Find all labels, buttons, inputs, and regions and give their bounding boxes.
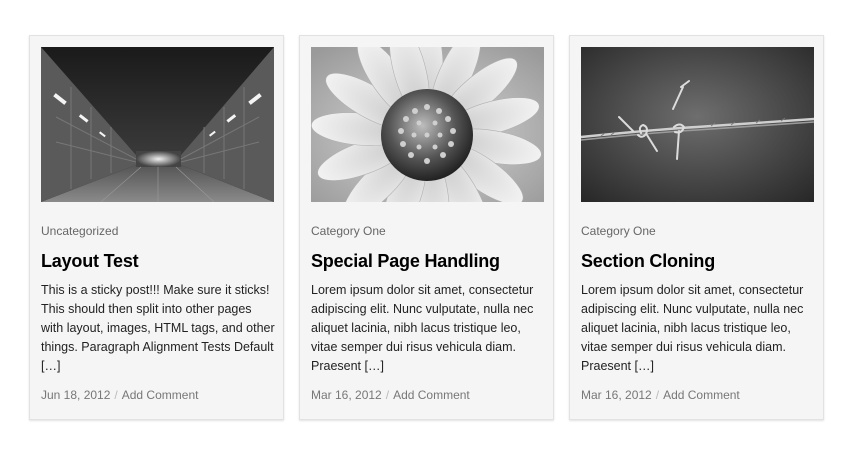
post-card: Category One Section Cloning Lorem ipsum… — [569, 35, 824, 420]
meta-separator: / — [114, 388, 118, 402]
post-category-link[interactable]: Category One — [581, 224, 656, 238]
post-title[interactable]: Section Cloning — [581, 251, 715, 272]
post-card: Uncategorized Layout Test This is a stic… — [29, 35, 284, 420]
post-thumbnail-tunnel[interactable] — [41, 47, 274, 202]
add-comment-link[interactable]: Add Comment — [122, 388, 199, 402]
post-date: Jun 18, 2012 — [41, 388, 111, 402]
tunnel-photo — [41, 47, 274, 202]
post-meta: Jun 18, 2012/ Add Comment — [41, 388, 198, 402]
post-thumbnail-barbed-wire[interactable] — [581, 47, 814, 202]
post-excerpt: Lorem ipsum dolor sit amet, consectetur … — [311, 283, 534, 373]
post-title[interactable]: Special Page Handling — [311, 251, 500, 272]
post-date: Mar 16, 2012 — [311, 388, 382, 402]
post-category-link[interactable]: Uncategorized — [41, 224, 118, 238]
post-title[interactable]: Layout Test — [41, 251, 139, 272]
post-excerpt: This is a sticky post!!! Make sure it st… — [41, 283, 275, 373]
add-comment-link[interactable]: Add Comment — [663, 388, 740, 402]
meta-separator: / — [385, 388, 390, 402]
add-comment-link[interactable]: Add Comment — [393, 388, 470, 402]
post-meta: Mar 16, 2012/Add Comment — [311, 388, 470, 402]
post-category-link[interactable]: Category One — [311, 224, 386, 238]
daisy-photo — [311, 47, 544, 202]
post-excerpt: Lorem ipsum dolor sit amet, consectetur … — [581, 283, 804, 373]
post-card: Category One Special Page Handling Lorem… — [299, 35, 554, 420]
post-grid: Uncategorized Layout Test This is a stic… — [29, 35, 829, 423]
meta-separator: / — [655, 388, 660, 402]
post-date: Mar 16, 2012 — [581, 388, 652, 402]
post-meta: Mar 16, 2012/Add Comment — [581, 388, 740, 402]
barbed-wire-photo — [581, 47, 814, 202]
post-thumbnail-daisy[interactable] — [311, 47, 544, 202]
